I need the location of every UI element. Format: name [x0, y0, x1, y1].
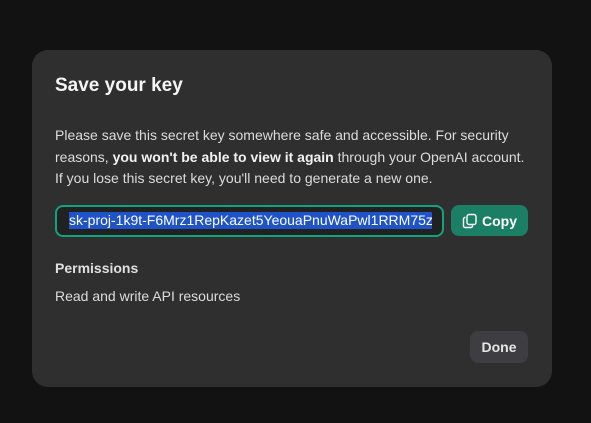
description-warning: you won't be able to view it again	[112, 148, 334, 165]
permissions-heading: Permissions	[55, 259, 139, 276]
secret-key-row: sk-proj-1k9t-F6Mrz1RepKazet5YeouaPnuWaPw…	[55, 204, 528, 237]
done-button[interactable]: Done	[470, 331, 528, 363]
dialog-title: Save your key	[55, 75, 183, 96]
secret-key-value[interactable]: sk-proj-1k9t-F6Mrz1RepKazet5YeouaPnuWaPw…	[69, 212, 432, 229]
copy-button[interactable]: Copy	[451, 205, 528, 236]
secret-key-field[interactable]: sk-proj-1k9t-F6Mrz1RepKazet5YeouaPnuWaPw…	[55, 204, 444, 237]
permissions-value: Read and write API resources	[55, 287, 241, 304]
save-key-dialog: Save your key Please save this secret ke…	[32, 50, 552, 387]
done-button-label: Done	[481, 339, 517, 355]
copy-button-label: Copy	[482, 212, 517, 229]
copy-icon	[462, 213, 478, 229]
dialog-description: Please save this secret key somewhere sa…	[55, 125, 525, 190]
